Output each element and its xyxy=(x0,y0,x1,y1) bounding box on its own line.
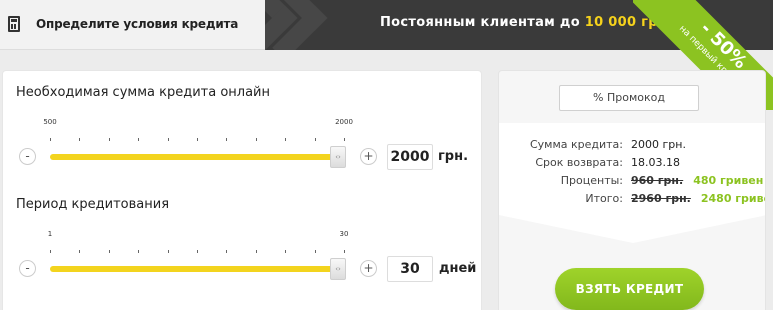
summary-row: Сумма кредита: 2000 грн. xyxy=(499,138,765,154)
slider-tick xyxy=(344,250,345,253)
slider-tick xyxy=(285,250,287,253)
summary-value: 18.03.18 xyxy=(631,156,680,169)
slider-tick xyxy=(226,250,228,253)
header-left: Определите условия кредита xyxy=(0,0,265,50)
take-loan-button[interactable]: ВЗЯТЬ КРЕДИТ xyxy=(555,268,704,310)
credit-calculator: Определите условия кредита Постоянным кл… xyxy=(0,0,773,310)
summary-value: 960 грн. 480 гривен xyxy=(631,174,763,187)
slider-tick xyxy=(50,138,51,141)
amount-min-label: 500 xyxy=(43,118,57,126)
summary-value: 2960 грн. 2480 гривен xyxy=(631,192,765,205)
slider-tick xyxy=(314,250,316,253)
promo-prefix: Постоянным клиентам до xyxy=(380,15,585,30)
summary-arrow xyxy=(499,215,765,243)
loan-parameters-panel: Необходимая сумма кредита онлайн 500 200… xyxy=(2,70,482,310)
term-ticks xyxy=(50,250,345,253)
slider-tick xyxy=(167,250,169,253)
slider-tick xyxy=(285,138,287,141)
amount-max-label: 2000 xyxy=(335,118,353,126)
slider-tick xyxy=(197,250,198,253)
term-plus-button[interactable]: + xyxy=(360,260,377,277)
term-slider-track[interactable] xyxy=(50,266,344,272)
slider-tick xyxy=(50,250,51,253)
summary-key: Проценты: xyxy=(560,174,623,187)
summary-key: Итого: xyxy=(585,192,623,205)
term-unit: дней xyxy=(439,261,477,276)
summary-row: Проценты: 960 грн. 480 гривен xyxy=(499,174,765,190)
slider-tick xyxy=(79,138,81,141)
amount-unit: грн. xyxy=(438,149,469,164)
new-total: 2480 гривен xyxy=(700,192,765,205)
chevron-decoration-icon xyxy=(265,0,328,50)
calculator-icon xyxy=(8,16,20,32)
amount-label: Необходимая сумма кредита онлайн xyxy=(16,85,270,100)
term-minus-button[interactable]: - xyxy=(19,260,36,277)
summary-key: Срок возврата: xyxy=(535,156,623,169)
slider-tick xyxy=(138,250,140,253)
term-max-label: 30 xyxy=(339,230,349,238)
slider-tick xyxy=(255,138,257,141)
summary-key: Сумма кредита: xyxy=(529,138,623,151)
slider-tick xyxy=(255,250,257,253)
slider-tick xyxy=(108,250,110,253)
loan-summary-panel: % Промокод Сумма кредита: 2000 грн. Срок… xyxy=(498,70,766,310)
term-input[interactable]: 30 xyxy=(387,256,433,282)
slider-tick xyxy=(314,138,316,141)
summary-box: Сумма кредита: 2000 грн. Срок возврата: … xyxy=(499,123,765,215)
slider-tick xyxy=(138,138,140,141)
new-interest: 480 гривен xyxy=(693,174,764,187)
term-min-label: 1 xyxy=(47,230,53,238)
slider-tick xyxy=(344,138,345,141)
slider-tick xyxy=(167,138,169,141)
summary-row: Итого: 2960 грн. 2480 гривен xyxy=(499,192,765,208)
amount-minus-button[interactable]: - xyxy=(19,148,36,165)
slider-tick xyxy=(197,138,198,141)
amount-plus-button[interactable]: + xyxy=(360,148,377,165)
old-total: 2960 грн. xyxy=(631,192,691,205)
slider-tick xyxy=(79,250,81,253)
term-label: Период кредитования xyxy=(16,197,170,212)
amount-ticks xyxy=(50,138,345,141)
header-title: Определите условия кредита xyxy=(36,17,239,31)
slider-tick xyxy=(226,138,228,141)
old-interest: 960 грн. xyxy=(631,174,684,187)
promo-code-button[interactable]: % Промокод xyxy=(559,85,699,111)
amount-slider-handle[interactable]: ‹› xyxy=(330,146,346,168)
term-slider-handle[interactable]: ‹› xyxy=(330,258,346,280)
amount-slider-track[interactable] xyxy=(50,154,344,160)
amount-input[interactable]: 2000 xyxy=(387,144,433,170)
summary-row: Срок возврата: 18.03.18 xyxy=(499,156,765,172)
summary-value: 2000 грн. xyxy=(631,138,686,151)
slider-tick xyxy=(108,138,110,141)
